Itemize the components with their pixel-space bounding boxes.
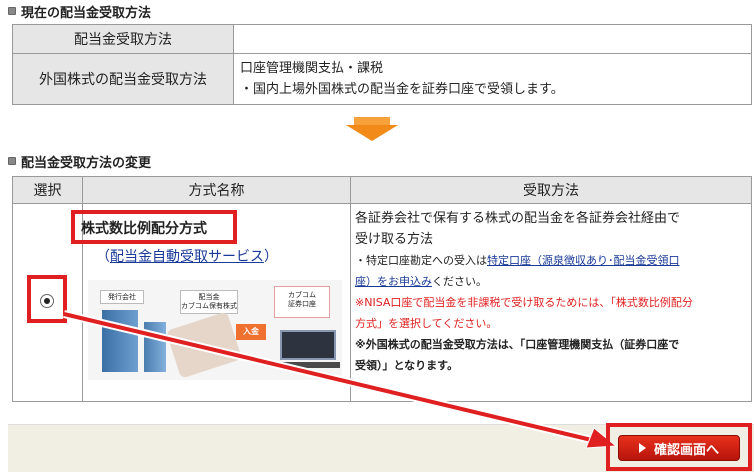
receive-method-cell: 各証券会社で保有する株式の配当金を各証券会社経由で 受け取る方法 ・特定口座勘定… [350,203,752,402]
laptop-icon [276,330,340,368]
building-icon [102,310,166,372]
row-label: 配当金受取方法 [12,24,234,54]
dividend-flow-illustration: 発行会社 配当金 カブコム保有株式 カブコム 証券口座 入金 [88,280,342,380]
bullet-icon [8,7,16,15]
play-icon [638,443,646,453]
header-method-name: 方式名称 [82,176,351,204]
table-header-row: 選択 方式名称 受取方法 [12,176,752,204]
deposit-arrow-label: 入金 [236,324,266,340]
current-method-title: 現在の配当金受取方法 [8,3,151,21]
row-label: 外国株式の配当金受取方法 [12,53,234,105]
table-row: 配当金受取方法 [12,24,752,54]
bullet-icon [8,157,16,165]
tokutei-account-link[interactable]: 特定口座（源泉徴収あり･配当金受領口 [487,254,680,267]
dividend-label: 配当金 カブコム保有株式 [180,290,238,314]
issuer-label: 発行会社 [100,290,144,304]
service-link-wrapper: （配当金自動受取サービス） [96,249,278,265]
row-value [233,24,752,54]
table-row: 外国株式の配当金受取方法 口座管理機関支払・課税 ・国内上場外国株式の配当金を証… [12,53,752,105]
confirm-button[interactable]: 確認画面へ [618,435,740,461]
header-select: 選択 [12,176,83,204]
down-arrow-icon [346,117,398,141]
header-receive-method: 受取方法 [350,176,752,204]
method-radio-button[interactable] [40,294,54,308]
auto-dividend-service-link[interactable]: 配当金自動受取サービス [110,249,264,265]
tokutei-account-link-cont[interactable]: 座）をお申込み [355,275,432,288]
method-name-label: 株式数比例配分方式 [71,210,237,244]
row-value: 口座管理機関支払・課税 ・国内上場外国株式の配当金を証券口座で受領します。 [233,53,752,105]
change-method-title: 配当金受取方法の変更 [8,153,151,171]
banknotes-icon [165,311,243,379]
broker-account-label: カブコム 証券口座 [274,286,330,318]
current-method-table: 配当金受取方法 外国株式の配当金受取方法 口座管理機関支払・課税 ・国内上場外国… [12,24,752,105]
